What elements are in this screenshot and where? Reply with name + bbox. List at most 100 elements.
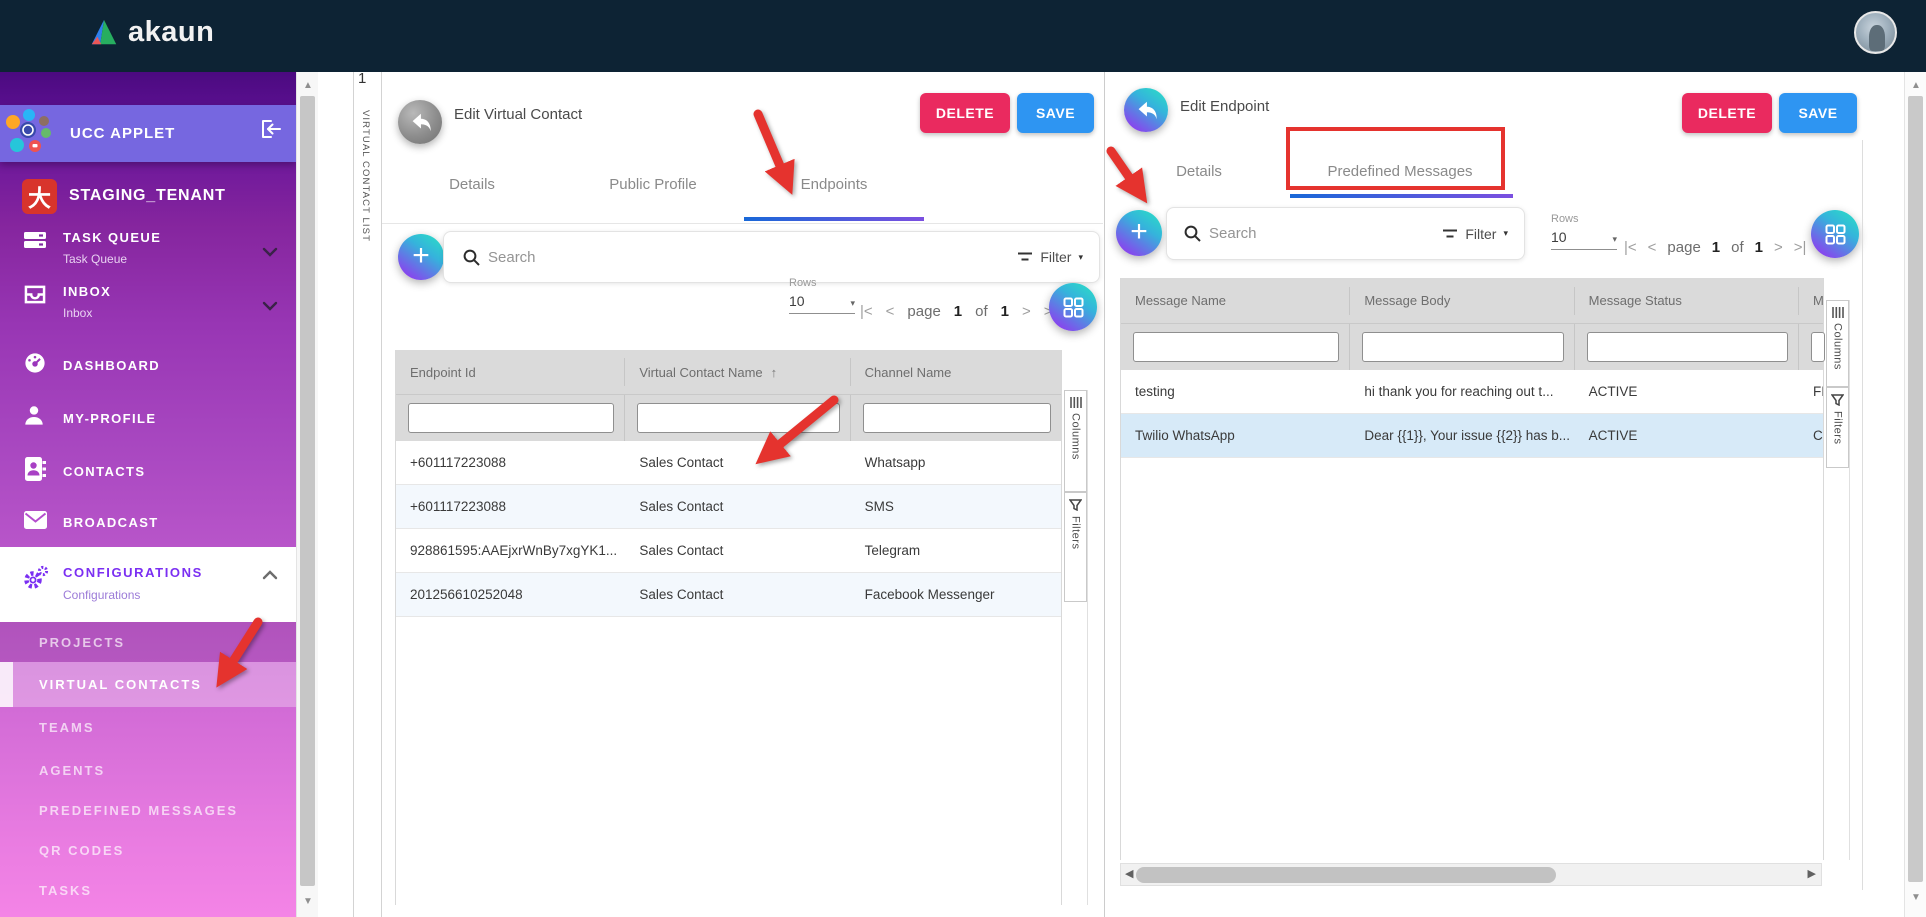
col-message-body[interactable]: Message Body xyxy=(1350,287,1574,315)
filters-funnel-icon xyxy=(1069,499,1082,511)
filter-input-endpoint-id[interactable] xyxy=(408,403,614,433)
scroll-down-icon[interactable]: ▼ xyxy=(1905,892,1926,903)
scroll-up-icon[interactable]: ▲ xyxy=(297,80,319,91)
sort-asc-icon[interactable]: ↑ xyxy=(771,365,778,380)
sidebar-item-teams[interactable]: TEAMS xyxy=(0,707,296,747)
predefined-messages-label: PREDEFINED MESSAGES xyxy=(39,803,238,818)
save-button[interactable]: SAVE xyxy=(1779,93,1857,133)
sidebar-item-inbox[interactable]: INBOX Inbox xyxy=(0,284,296,320)
last-page-icon[interactable]: >| xyxy=(1794,239,1807,256)
cell-message-name: testing xyxy=(1121,384,1350,399)
chevron-down-icon[interactable] xyxy=(262,244,278,262)
table-row-selected[interactable]: Twilio WhatsApp Dear {{1}}, Your issue {… xyxy=(1121,414,1823,458)
scroll-right-icon[interactable]: ▶ xyxy=(1808,867,1816,880)
columns-tab-label: Columns xyxy=(1832,323,1844,370)
tab-details[interactable]: Details xyxy=(427,176,517,193)
filter-input-virtual-contact-name[interactable] xyxy=(637,403,839,433)
table-row[interactable]: testing hi thank you for reaching out t.… xyxy=(1121,370,1823,414)
sidebar-item-projects[interactable]: PROJECTS xyxy=(0,622,296,662)
rows-per-page-select[interactable]: 10 ▾ xyxy=(789,293,855,314)
virtual-contact-list-strip[interactable]: VIRTUAL CONTACT LIST xyxy=(360,110,371,242)
sidebar-item-my-profile[interactable]: MY-PROFILE xyxy=(0,404,296,432)
sidebar-item-virtual-contacts[interactable]: VIRTUAL CONTACTS xyxy=(0,662,296,707)
table-row[interactable]: +601117223088 Sales Contact SMS xyxy=(396,485,1061,529)
task-queue-sublabel: Task Queue xyxy=(63,252,161,266)
sidebar-item-qr-codes[interactable]: QR CODES xyxy=(0,830,296,870)
sidebar-item-predefined-messages[interactable]: PREDEFINED MESSAGES xyxy=(0,790,296,830)
add-endpoint-button[interactable]: + xyxy=(398,234,444,280)
filter-button[interactable]: Filter ▾ xyxy=(1017,249,1083,265)
user-avatar[interactable] xyxy=(1854,11,1897,54)
table-row[interactable]: 928861595:AAEjxrWnBy7xgYK1... Sales Cont… xyxy=(396,529,1061,573)
scroll-down-icon[interactable]: ▼ xyxy=(297,896,319,907)
tab-details[interactable]: Details xyxy=(1166,163,1232,180)
tab-endpoints[interactable]: Endpoints xyxy=(788,176,880,193)
sidebar-scrollbar-thumb[interactable] xyxy=(300,96,315,886)
filter-button[interactable]: Filter ▾ xyxy=(1442,226,1508,242)
add-message-button[interactable]: + xyxy=(1116,210,1162,256)
prev-page-icon[interactable]: < xyxy=(1648,239,1657,256)
my-profile-label: MY-PROFILE xyxy=(63,411,156,426)
filter-input-channel-name[interactable] xyxy=(863,403,1051,433)
filter-lines-icon xyxy=(1442,228,1458,240)
back-button[interactable] xyxy=(398,100,442,144)
sidebar-item-contacts[interactable]: CONTACTS xyxy=(0,456,296,487)
filters-side-tab[interactable]: Filters xyxy=(1826,387,1849,468)
sidebar-item-dashboard[interactable]: DASHBOARD xyxy=(0,352,296,379)
horizontal-scrollbar[interactable]: ◀ ▶ xyxy=(1120,863,1822,886)
next-page-icon[interactable]: > xyxy=(1022,303,1031,320)
first-page-icon[interactable]: |< xyxy=(860,303,873,320)
delete-button[interactable]: DELETE xyxy=(920,93,1010,133)
next-page-icon[interactable]: > xyxy=(1774,239,1783,256)
col-virtual-contact-name[interactable]: Virtual Contact Name ↑ xyxy=(625,358,850,386)
sidebar-item-configurations[interactable]: CONFIGURATIONS Configurations xyxy=(0,547,296,622)
filter-input-message-body[interactable] xyxy=(1362,332,1563,362)
sidebar-item-tasks[interactable]: TASKS xyxy=(0,870,296,910)
tenant-label: STAGING_TENANT xyxy=(69,187,226,205)
prev-page-icon[interactable]: < xyxy=(886,303,895,320)
cell-virtual-contact-name: Sales Contact xyxy=(625,587,850,602)
back-button[interactable] xyxy=(1124,88,1168,132)
col-channel-name[interactable]: Channel Name xyxy=(851,358,1061,386)
exit-applet-icon[interactable] xyxy=(260,119,284,143)
filter-label: Filter xyxy=(1040,249,1071,265)
filters-side-tab[interactable]: Filters xyxy=(1064,492,1087,602)
filter-input-message-type[interactable] xyxy=(1811,332,1825,362)
sidebar-item-task-queue[interactable]: TASK QUEUE Task Queue xyxy=(0,230,296,266)
sidebar-item-agents[interactable]: AGENTS xyxy=(0,750,296,790)
tab-public-profile[interactable]: Public Profile xyxy=(593,176,713,193)
col-message-status[interactable]: Message Status xyxy=(1575,287,1799,315)
delete-button[interactable]: DELETE xyxy=(1682,93,1772,133)
sidebar-item-tenant[interactable]: 大 STAGING_TENANT xyxy=(0,172,296,220)
columns-side-tab[interactable]: Columns xyxy=(1826,300,1849,387)
filter-input-message-status[interactable] xyxy=(1587,332,1788,362)
table-row[interactable]: +601117223088 Sales Contact Whatsapp xyxy=(396,441,1061,485)
first-page-icon[interactable]: |< xyxy=(1624,239,1637,256)
rows-per-page-select[interactable]: 10 ▾ xyxy=(1551,229,1617,250)
search-input[interactable] xyxy=(1209,225,1442,242)
page-scrollbar[interactable]: ▲ ▼ xyxy=(1904,72,1926,917)
sidebar-scrollbar[interactable]: ▲ ▼ xyxy=(296,72,318,917)
col-message-name[interactable]: Message Name xyxy=(1121,287,1350,315)
chevron-up-icon[interactable] xyxy=(262,567,278,585)
filter-input-message-name[interactable] xyxy=(1133,332,1339,362)
back-arrow-icon xyxy=(1133,98,1159,122)
grid-view-button[interactable] xyxy=(1049,283,1097,331)
search-input[interactable] xyxy=(488,249,1017,266)
page-scrollbar-thumb[interactable] xyxy=(1908,96,1923,882)
columns-icon xyxy=(1832,307,1844,318)
horizontal-scrollbar-thumb[interactable] xyxy=(1136,867,1556,883)
col-message-type[interactable]: Me xyxy=(1799,287,1823,315)
grid-view-button[interactable] xyxy=(1811,210,1859,258)
save-button[interactable]: SAVE xyxy=(1017,93,1094,133)
teams-label: TEAMS xyxy=(39,720,95,735)
table-row[interactable]: 201256610252048 Sales Contact Facebook M… xyxy=(396,573,1061,617)
scroll-up-icon[interactable]: ▲ xyxy=(1905,80,1926,91)
scroll-left-icon[interactable]: ◀ xyxy=(1125,867,1133,880)
col-endpoint-id[interactable]: Endpoint Id xyxy=(396,358,625,386)
chevron-down-icon[interactable] xyxy=(262,298,278,316)
sidebar-item-broadcast[interactable]: BROADCAST xyxy=(0,510,296,535)
columns-side-tab[interactable]: Columns xyxy=(1064,390,1087,492)
sidebar-item-ucc-applet[interactable]: UCC APPLET xyxy=(0,105,296,162)
filters-tab-label: Filters xyxy=(1070,516,1082,549)
